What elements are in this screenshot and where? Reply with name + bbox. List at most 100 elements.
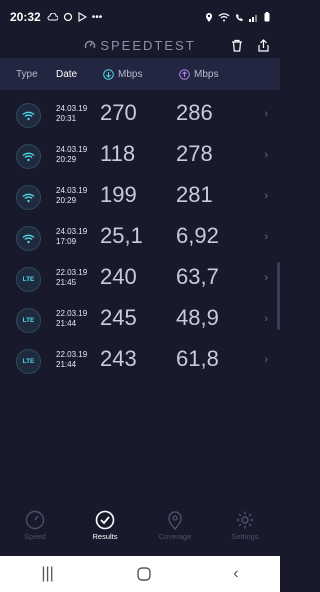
- result-date: 22.03.19: [56, 350, 88, 359]
- nav-speed[interactable]: Speed: [0, 510, 70, 554]
- result-date: 24.03.19: [56, 186, 88, 195]
- delete-icon[interactable]: [231, 39, 243, 52]
- upload-speed: 281: [176, 182, 213, 207]
- result-date: 22.03.19: [56, 268, 88, 277]
- wifi-status-icon: [218, 12, 230, 21]
- download-arrow-icon: [103, 68, 114, 80]
- result-row[interactable]: LTE 22.03.19 21:44 245 48,9 ›: [0, 300, 280, 341]
- connection-type-badge: [16, 185, 41, 210]
- upload-speed: 6,92: [176, 223, 219, 248]
- result-time: 20:29: [56, 155, 77, 164]
- result-time: 20:29: [56, 196, 77, 205]
- type-column-header[interactable]: Type: [16, 69, 38, 80]
- result-datetime: 24.03.19 17:09: [56, 227, 87, 247]
- result-time: 17:09: [56, 237, 77, 246]
- result-date: 24.03.19: [56, 227, 88, 236]
- wifi-icon: [22, 234, 35, 243]
- result-time: 21:44: [56, 360, 77, 369]
- speedtest-logo: SPEEDTEST: [84, 38, 195, 53]
- result-datetime: 22.03.19 21:44: [56, 350, 87, 370]
- download-column-header[interactable]: Mbps: [103, 69, 142, 80]
- upload-unit: Mbps: [194, 68, 219, 80]
- result-row[interactable]: 24.03.19 20:31 270 286 ›: [0, 95, 280, 136]
- chevron-right-icon: ›: [264, 231, 268, 243]
- result-datetime: 22.03.19 21:44: [56, 309, 87, 329]
- result-row[interactable]: 24.03.19 20:29 199 281 ›: [0, 177, 280, 218]
- download-speed: 243: [100, 346, 137, 371]
- more-notifications-icon: •••: [91, 11, 103, 23]
- lte-badge: LTE: [16, 349, 41, 374]
- nav-settings[interactable]: Settings: [210, 510, 280, 554]
- lte-badge: LTE: [16, 308, 41, 333]
- result-row[interactable]: LTE 22.03.19 21:44 243 61,8 ›: [0, 341, 280, 382]
- battery-icon: [264, 12, 270, 22]
- share-icon[interactable]: [257, 38, 270, 52]
- status-bar: 20:32 •••: [0, 0, 280, 34]
- connection-type-badge: [16, 226, 41, 251]
- play-store-icon: [78, 12, 87, 22]
- result-time: 21:45: [56, 278, 77, 287]
- upload-speed: 61,8: [176, 346, 219, 371]
- brand-name: SPEEDTEST: [100, 37, 196, 53]
- result-row[interactable]: LTE 22.03.19 21:45 240 63,7 ›: [0, 259, 280, 300]
- result-datetime: 24.03.19 20:31: [56, 104, 87, 124]
- connection-type-badge: [16, 103, 41, 128]
- check-circle-icon: [95, 510, 115, 530]
- cloud-icon: [47, 13, 58, 21]
- results-list: 24.03.19 20:31 270 286 › 24.03.19 20:29 11…: [0, 95, 280, 382]
- upload-speed: 63,7: [176, 264, 219, 289]
- nav-coverage[interactable]: Coverage: [140, 510, 210, 554]
- location-icon: [206, 13, 212, 22]
- chevron-right-icon: ›: [264, 190, 268, 202]
- wifi-icon: [22, 111, 35, 120]
- map-pin-icon: [168, 511, 182, 530]
- result-datetime: 24.03.19 20:29: [56, 186, 87, 206]
- chevron-right-icon: ›: [264, 313, 268, 325]
- download-unit: Mbps: [118, 68, 143, 80]
- back-icon[interactable]: ‹: [233, 565, 238, 583]
- chevron-right-icon: ›: [264, 272, 268, 284]
- nav-speed-label: Speed: [24, 532, 46, 541]
- chevron-right-icon: ›: [264, 354, 268, 366]
- nav-settings-label: Settings: [231, 532, 259, 541]
- results-column-header: Type Date Mbps Mbps: [0, 58, 280, 90]
- result-date: 24.03.19: [56, 104, 88, 113]
- clock: 20:32: [10, 10, 41, 24]
- download-speed: 199: [100, 182, 137, 207]
- date-column-header[interactable]: Date: [56, 69, 77, 80]
- download-speed: 25,1: [100, 223, 143, 248]
- upload-column-header[interactable]: Mbps: [179, 69, 218, 80]
- download-speed: 245: [100, 305, 137, 330]
- bottom-navigation: Speed Results Coverage Settings: [0, 510, 280, 554]
- system-icons: [205, 12, 270, 22]
- speedtest-gauge-icon: [85, 40, 96, 49]
- download-speed: 118: [100, 141, 136, 166]
- download-speed: 240: [100, 264, 137, 289]
- nav-results[interactable]: Results: [70, 510, 140, 554]
- upload-speed: 286: [176, 100, 213, 125]
- result-date: 24.03.19: [56, 145, 88, 154]
- upload-arrow-icon: [179, 68, 190, 80]
- notification-icons: •••: [47, 11, 103, 23]
- wifi-icon: [22, 193, 35, 202]
- chevron-right-icon: ›: [264, 108, 268, 120]
- result-time: 20:31: [56, 114, 77, 123]
- home-icon[interactable]: [136, 567, 151, 581]
- lte-badge: LTE: [16, 267, 41, 292]
- chevron-right-icon: ›: [264, 149, 268, 161]
- recent-apps-icon[interactable]: |||: [41, 565, 53, 583]
- nav-coverage-label: Coverage: [158, 532, 192, 541]
- signal-icon: [249, 14, 257, 22]
- system-navigation-bar: ||| ‹: [0, 556, 280, 592]
- app-header: SPEEDTEST: [0, 34, 280, 56]
- call-icon: [236, 13, 243, 21]
- upload-speed: 278: [176, 141, 213, 166]
- result-time: 21:44: [56, 319, 77, 328]
- scrollbar[interactable]: [277, 262, 280, 330]
- result-row[interactable]: 24.03.19 17:09 25,1 6,92 ›: [0, 218, 280, 259]
- result-row[interactable]: 24.03.19 20:29 118 278 ›: [0, 136, 280, 177]
- nav-results-label: Results: [92, 532, 118, 541]
- gear-icon: [236, 511, 254, 529]
- result-date: 22.03.19: [56, 309, 88, 318]
- speedometer-icon: [25, 510, 45, 530]
